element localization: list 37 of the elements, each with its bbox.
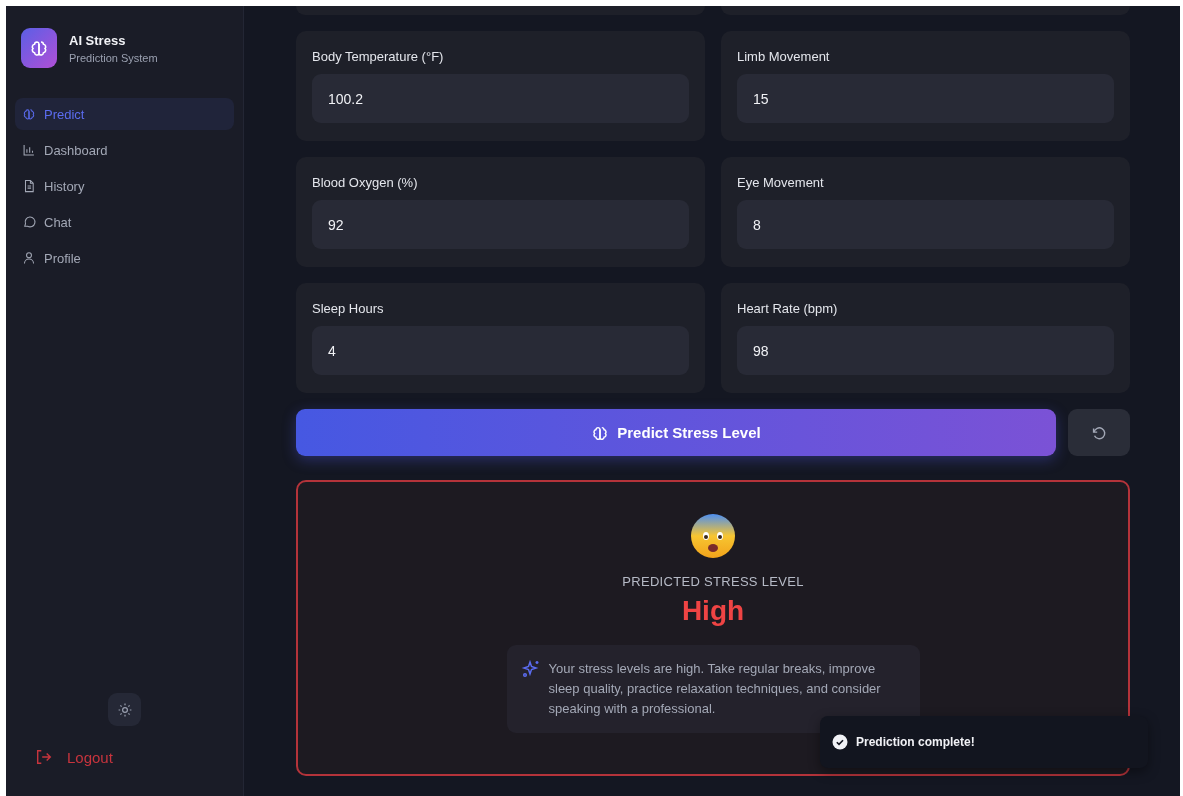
stress-level-text: High: [681, 595, 745, 627]
app-title: AI Stress: [69, 32, 127, 48]
field-label: Eye Movement: [737, 175, 825, 190]
toast-text: Prediction complete!: [856, 735, 975, 749]
check-circle-icon: [832, 734, 848, 750]
logout-icon: [35, 748, 53, 766]
brain-icon: [22, 107, 36, 121]
brain-logo-icon: [21, 28, 57, 68]
user-icon: [22, 251, 36, 265]
sparkle-icon: [520, 659, 541, 679]
bar-chart-icon: [22, 143, 36, 157]
field-label: Body Temperature (°F): [312, 49, 445, 64]
anxious-emoji-icon: [689, 512, 737, 560]
theme-toggle-button[interactable]: [108, 693, 141, 726]
input-field[interactable]: 8: [737, 200, 1114, 249]
input-field[interactable]: 98: [737, 326, 1114, 375]
input-field[interactable]: 100.2: [312, 74, 689, 123]
field-label: Limb Movement: [737, 49, 831, 64]
predict-button[interactable]: Predict Stress Level: [296, 409, 1056, 456]
field-label: Heart Rate (bpm): [737, 301, 839, 316]
field-label: Sleep Hours: [312, 301, 385, 316]
nav-item[interactable]: Predict: [15, 98, 234, 130]
nav-item[interactable]: Dashboard: [15, 134, 234, 166]
nav-item[interactable]: Chat: [15, 206, 234, 238]
input-field[interactable]: 92: [312, 200, 689, 249]
app-subtitle: Prediction System: [69, 51, 158, 64]
advice-text: Your stress levels are high. Take regular breaks, improve sleep quality, practice relaxation techniques, and consider speaking with a professional.: [548, 660, 882, 718]
result-caption: PREDICTED STRESS LEVEL: [622, 574, 804, 589]
chat-bubble-icon: [22, 215, 36, 229]
input-field[interactable]: 15: [737, 74, 1114, 123]
document-icon: [22, 179, 36, 193]
sun-icon: [116, 701, 133, 718]
nav-item[interactable]: Profile: [15, 242, 234, 274]
input-field[interactable]: 4: [312, 326, 689, 375]
field-label: Blood Oxygen (%): [312, 175, 419, 190]
reset-button[interactable]: [1068, 409, 1130, 456]
nav-item[interactable]: History: [15, 170, 234, 202]
